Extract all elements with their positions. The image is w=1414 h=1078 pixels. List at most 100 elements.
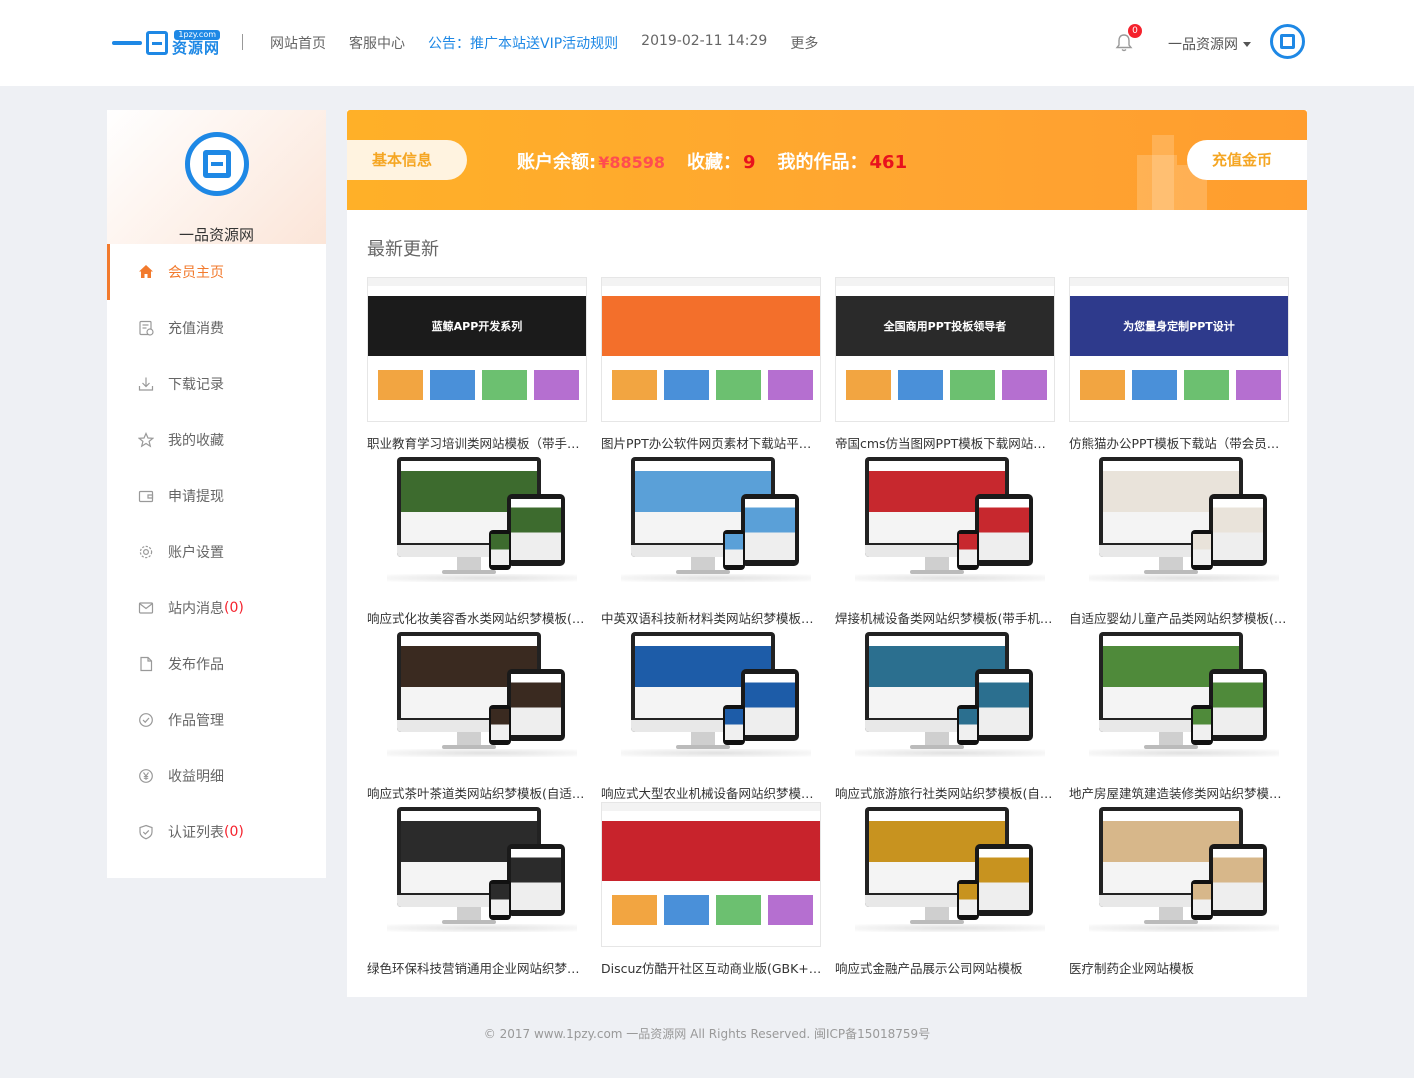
template-title[interactable]: Discuz仿酷开社区互动商业版(GBK+UTF8)	[601, 958, 823, 977]
sidebar-item-publish[interactable]: 发布作品	[107, 636, 326, 692]
template-thumbnail[interactable]	[1069, 802, 1289, 947]
banner-decoration	[1152, 135, 1174, 210]
header-divider	[242, 34, 243, 50]
recharge-icon	[137, 319, 155, 337]
template-card[interactable]: 响应式金融产品展示公司网站模板	[835, 802, 1057, 976]
template-title[interactable]: 响应式旅游旅行社类网站织梦模板(自适应手机端)	[835, 783, 1057, 802]
user-menu[interactable]: 一品资源网	[1168, 34, 1251, 54]
template-card[interactable]: 响应式化妆美容香水类网站织梦模板(自适应手机端)	[367, 452, 589, 626]
avatar-logo-icon	[203, 150, 231, 178]
template-card[interactable]: 中英双语科技新材料类网站织梦模板（带手机端）	[601, 452, 823, 626]
template-card[interactable]: 响应式大型农业机械设备网站织梦模板(自适应)	[601, 627, 823, 801]
sidebar-item-certifications[interactable]: 认证列表 (0)	[107, 804, 326, 860]
thumb-block	[612, 370, 657, 400]
template-card[interactable]: 全国商用PPT投板领导者帝国cms仿当图网PPT模板下载网站源码	[835, 277, 1057, 451]
message-count: (0)	[224, 600, 244, 616]
template-thumbnail[interactable]	[835, 452, 1055, 597]
profile-avatar[interactable]	[185, 132, 249, 196]
thumb-block	[1132, 370, 1177, 400]
template-card[interactable]: 蓝鲸APP开发系列职业教育学习培训类网站模板（带手机端）	[367, 277, 589, 451]
template-card[interactable]: Discuz仿酷开社区互动商业版(GBK+UTF8)	[601, 802, 823, 976]
sidebar-item-withdraw[interactable]: 申请提现	[107, 468, 326, 524]
thumb-block	[768, 895, 813, 925]
thumb-block	[898, 370, 943, 400]
sidebar-item-works[interactable]: 作品管理	[107, 692, 326, 748]
gear-icon	[137, 543, 155, 561]
template-title[interactable]: 绿色环保科技营销通用企业网站织梦模板(自适应)	[367, 958, 589, 977]
avatar[interactable]	[1270, 24, 1305, 59]
template-card[interactable]: 图片PPT办公软件网页素材下载站平台源码	[601, 277, 823, 451]
favorites-label: 收藏：	[687, 152, 741, 173]
template-thumbnail[interactable]	[835, 627, 1055, 772]
template-title[interactable]: 响应式化妆美容香水类网站织梦模板(自适应手机端)	[367, 608, 589, 627]
thumb-monitor-stand	[457, 907, 481, 921]
sidebar-item-label: 发布作品	[168, 657, 224, 673]
template-thumbnail[interactable]	[601, 277, 821, 422]
template-title[interactable]: 地产房屋建筑建造装修类网站织梦模板(自适应)	[1069, 783, 1291, 802]
template-title[interactable]: 自适应婴幼儿童产品类网站织梦模板(响应式)	[1069, 608, 1291, 627]
main-panel: 基本信息 账户余额: ¥88598 收藏： 9 我的作品： 461 充值金币 最…	[347, 110, 1307, 997]
template-card[interactable]: 地产房屋建筑建造装修类网站织梦模板(自适应)	[1069, 627, 1291, 801]
sidebar-item-settings[interactable]: 账户设置	[107, 524, 326, 580]
nav-more-link[interactable]: 更多	[790, 33, 818, 53]
template-thumbnail[interactable]	[1069, 452, 1289, 597]
template-thumbnail[interactable]	[835, 802, 1055, 947]
thumb-tablet	[507, 494, 565, 566]
template-card[interactable]: 响应式茶叶茶道类网站织梦模板(自适应手机端)	[367, 627, 589, 801]
thumb-shadow	[387, 749, 577, 757]
template-title[interactable]: 响应式金融产品展示公司网站模板	[835, 958, 1057, 977]
sidebar-item-downloads[interactable]: 下载记录	[107, 356, 326, 412]
template-thumbnail[interactable]: 全国商用PPT投板领导者	[835, 277, 1055, 422]
template-title[interactable]: 中英双语科技新材料类网站织梦模板（带手机端）	[601, 608, 823, 627]
template-title[interactable]: 帝国cms仿当图网PPT模板下载网站源码	[835, 433, 1057, 452]
nav-notice-date: 2019-02-11 14:29	[641, 33, 768, 49]
template-title[interactable]: 响应式茶叶茶道类网站织梦模板(自适应手机端)	[367, 783, 589, 802]
sidebar-item-label: 我的收藏	[168, 433, 224, 449]
template-thumbnail[interactable]	[601, 802, 821, 947]
thumb-monitor-stand	[1159, 557, 1183, 571]
template-title[interactable]: 响应式大型农业机械设备网站织梦模板(自适应)	[601, 783, 823, 802]
thumb-hero	[602, 821, 820, 881]
template-card[interactable]: 绿色环保科技营销通用企业网站织梦模板(自适应)	[367, 802, 589, 976]
template-card[interactable]: 焊接机械设备类网站织梦模板(带手机端）	[835, 452, 1057, 626]
recharge-button[interactable]: 充值金币	[1187, 140, 1307, 180]
template-thumbnail[interactable]	[1069, 627, 1289, 772]
thumb-shadow	[855, 924, 1045, 932]
site-logo[interactable]: 1pzy.com 资源网	[112, 28, 221, 58]
template-thumbnail[interactable]	[601, 627, 821, 772]
template-title[interactable]: 医疗制药企业网站模板	[1069, 958, 1291, 977]
sidebar-item-messages[interactable]: 站内消息 (0)	[107, 580, 326, 636]
template-card[interactable]: 自适应婴幼儿童产品类网站织梦模板(响应式)	[1069, 452, 1291, 626]
nav-notice-link[interactable]: 公告：推广本站送VIP活动规则	[428, 33, 618, 53]
template-thumbnail[interactable]	[601, 452, 821, 597]
template-thumbnail[interactable]: 蓝鲸APP开发系列	[367, 277, 587, 422]
thumb-shadow	[855, 574, 1045, 582]
template-title[interactable]: 焊接机械设备类网站织梦模板(带手机端）	[835, 608, 1057, 627]
user-name: 一品资源网	[1168, 37, 1238, 53]
works-label: 我的作品：	[777, 152, 868, 173]
nav-home-link[interactable]: 网站首页	[270, 33, 326, 53]
nav-service-link[interactable]: 客服中心	[349, 33, 405, 53]
sidebar-item-recharge[interactable]: 充值消费	[107, 300, 326, 356]
basic-info-tab[interactable]: 基本信息	[347, 140, 467, 180]
template-card[interactable]: 响应式旅游旅行社类网站织梦模板(自适应手机端)	[835, 627, 1057, 801]
template-thumbnail[interactable]	[367, 452, 587, 597]
sidebar-item-favorites[interactable]: 我的收藏	[107, 412, 326, 468]
account-banner: 基本信息 账户余额: ¥88598 收藏： 9 我的作品： 461 充值金币	[347, 110, 1307, 210]
template-title[interactable]: 仿熊猫办公PPT模板下载站（带会员、积分）	[1069, 433, 1291, 452]
home-icon	[137, 263, 155, 281]
template-thumbnail[interactable]	[367, 627, 587, 772]
thumb-monitor-stand	[691, 557, 715, 571]
template-title[interactable]: 图片PPT办公软件网页素材下载站平台源码	[601, 433, 823, 452]
template-title[interactable]: 职业教育学习培训类网站模板（带手机端）	[367, 433, 589, 452]
sidebar-item-home[interactable]: 会员主页	[107, 244, 326, 300]
thumb-monitor-stand	[925, 907, 949, 921]
template-thumbnail[interactable]	[367, 802, 587, 947]
balance-label: 账户余额:	[517, 152, 597, 173]
template-thumbnail[interactable]: 为您量身定制PPT设计	[1069, 277, 1289, 422]
wallet-icon	[137, 487, 155, 505]
sidebar-item-earnings[interactable]: 收益明细	[107, 748, 326, 804]
top-header: 1pzy.com 资源网 网站首页 客服中心 公告：推广本站送VIP活动规则 2…	[0, 0, 1414, 86]
template-card[interactable]: 为您量身定制PPT设计仿熊猫办公PPT模板下载站（带会员、积分）	[1069, 277, 1291, 451]
template-card[interactable]: 医疗制药企业网站模板	[1069, 802, 1291, 976]
